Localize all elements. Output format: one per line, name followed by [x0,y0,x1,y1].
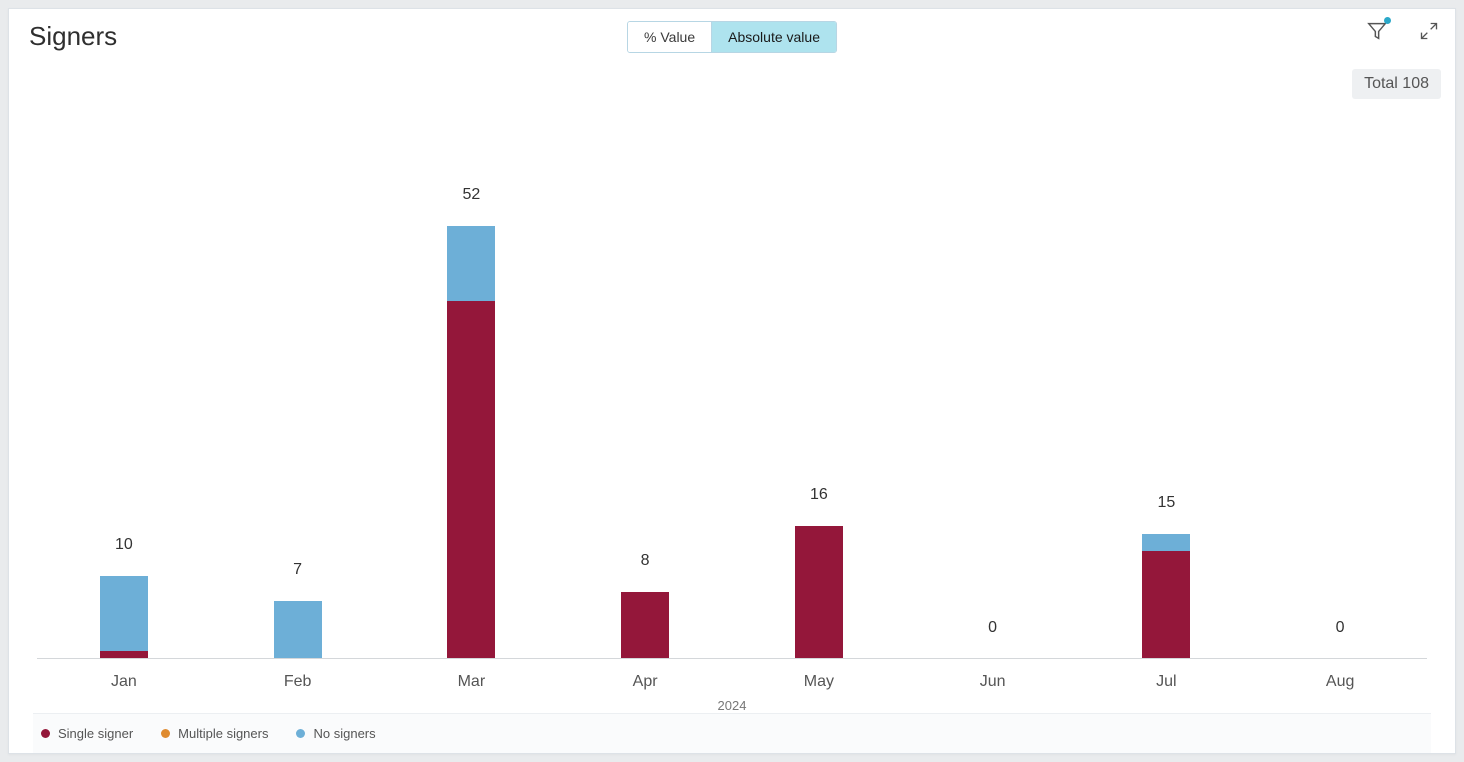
segment-single[interactable] [1142,551,1190,659]
signers-panel: Signers % Value Absolute value [8,8,1456,754]
segment-nosigners[interactable] [274,601,322,659]
legend-label: Multiple signers [178,726,268,741]
value-toggle: % Value Absolute value [627,21,837,53]
toggle-absolute-value[interactable]: Absolute value [711,22,836,52]
bar-may[interactable]: 16 [732,114,906,659]
bar-jul[interactable]: 15 [1080,114,1254,659]
bar-total-label: 16 [795,486,843,504]
toggle-percent-value[interactable]: % Value [628,22,711,52]
segment-nosigners[interactable] [1142,534,1190,551]
legend-swatch [161,729,170,738]
segment-nosigners[interactable] [100,576,148,651]
category-label: Jun [906,673,1080,691]
bar-feb[interactable]: 7 [211,114,385,659]
legend-label: Single signer [58,726,133,741]
bar-total-label: 0 [969,619,1017,637]
legend-item[interactable]: Single signer [41,726,133,741]
category-label: Feb [211,673,385,691]
legend-label: No signers [313,726,375,741]
bar-total-label: 10 [100,536,148,554]
x-axis-line [37,658,1427,659]
legend-item[interactable]: Multiple signers [161,726,268,741]
bar-aug[interactable]: 0 [1253,114,1427,659]
legend: Single signer Multiple signers No signers [33,713,1431,753]
legend-item[interactable]: No signers [296,726,375,741]
segment-nosigners[interactable] [447,226,495,301]
category-label: Mar [385,673,559,691]
category-label: Apr [558,673,732,691]
bar-total-label: 15 [1142,494,1190,512]
category-label: Jan [37,673,211,691]
bar-total-label: 8 [621,552,669,570]
category-label: Jul [1080,673,1254,691]
bar-total-label: 52 [447,186,495,204]
category-label: May [732,673,906,691]
category-label: Aug [1253,673,1427,691]
segment-single[interactable] [795,526,843,659]
bar-jun[interactable]: 0 [906,114,1080,659]
bar-mar[interactable]: 52 [385,114,559,659]
bar-total-label: 0 [1316,619,1364,637]
segment-single[interactable] [447,301,495,659]
x-axis-title: 2024 [9,698,1455,713]
segment-single[interactable] [621,592,669,659]
bar-total-label: 7 [274,561,322,579]
page-title: Signers [29,21,117,52]
legend-swatch [296,729,305,738]
bar-jan[interactable]: 10 [37,114,211,659]
filter-active-dot [1384,17,1391,24]
legend-swatch [41,729,50,738]
filter-icon[interactable] [1365,19,1389,43]
bar-apr[interactable]: 8 [558,114,732,659]
collapse-icon[interactable] [1417,19,1441,43]
chart-area: 10 7 52 8 16 0 15 0 JanFebMarAprMayJunJulAug 20… [9,74,1455,753]
